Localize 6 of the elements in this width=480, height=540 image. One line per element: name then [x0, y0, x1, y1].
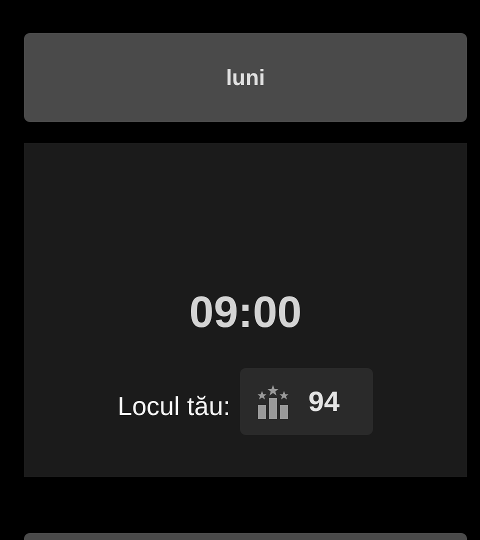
- day-header[interactable]: luni: [24, 33, 467, 122]
- rank-label: Locul tău:: [118, 391, 230, 422]
- session-time: 09:00: [189, 287, 302, 339]
- day-label: luni: [226, 64, 266, 90]
- rank-value: 94: [308, 386, 340, 418]
- ranking-icon: [256, 384, 290, 420]
